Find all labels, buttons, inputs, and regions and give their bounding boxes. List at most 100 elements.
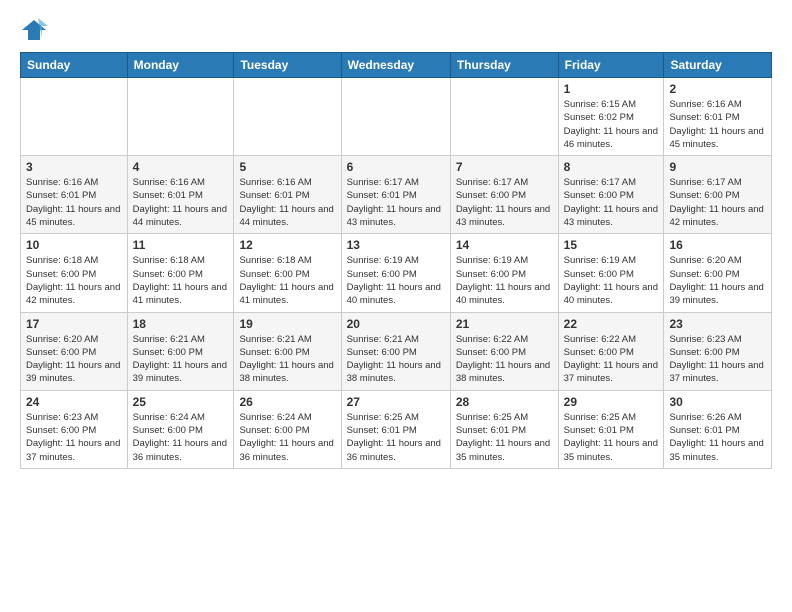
calendar-day-cell: 26 Sunrise: 6:24 AM Sunset: 6:00 PM Dayli… [234,390,341,468]
day-number: 18 [133,317,229,331]
day-number: 30 [669,395,766,409]
day-info: Sunrise: 6:21 AM Sunset: 6:00 PM Dayligh… [239,333,335,386]
calendar-day-cell: 17 Sunrise: 6:20 AM Sunset: 6:00 PM Dayli… [21,312,128,390]
calendar-day-cell: 27 Sunrise: 6:25 AM Sunset: 6:01 PM Dayli… [341,390,450,468]
day-info: Sunrise: 6:25 AM Sunset: 6:01 PM Dayligh… [456,411,553,464]
day-number: 11 [133,238,229,252]
calendar-day-cell: 29 Sunrise: 6:25 AM Sunset: 6:01 PM Dayli… [558,390,664,468]
calendar-week-row: 3 Sunrise: 6:16 AM Sunset: 6:01 PM Daylig… [21,156,772,234]
day-info: Sunrise: 6:23 AM Sunset: 6:00 PM Dayligh… [26,411,122,464]
calendar-day-cell [127,78,234,156]
day-number: 1 [564,82,659,96]
day-number: 29 [564,395,659,409]
day-info: Sunrise: 6:19 AM Sunset: 6:00 PM Dayligh… [564,254,659,307]
calendar-day-cell: 4 Sunrise: 6:16 AM Sunset: 6:01 PM Daylig… [127,156,234,234]
weekday-header-tuesday: Tuesday [234,53,341,78]
calendar-week-row: 1Sunrise: 6:15 AM Sunset: 6:02 PM Daylig… [21,78,772,156]
calendar-day-cell [450,78,558,156]
day-info: Sunrise: 6:18 AM Sunset: 6:00 PM Dayligh… [239,254,335,307]
day-info: Sunrise: 6:17 AM Sunset: 6:01 PM Dayligh… [347,176,445,229]
day-info: Sunrise: 6:17 AM Sunset: 6:00 PM Dayligh… [456,176,553,229]
calendar-week-row: 17 Sunrise: 6:20 AM Sunset: 6:00 PM Dayli… [21,312,772,390]
day-number: 8 [564,160,659,174]
day-number: 5 [239,160,335,174]
day-number: 3 [26,160,122,174]
day-number: 4 [133,160,229,174]
day-info: Sunrise: 6:21 AM Sunset: 6:00 PM Dayligh… [133,333,229,386]
calendar-day-cell: 15 Sunrise: 6:19 AM Sunset: 6:00 PM Dayli… [558,234,664,312]
day-number: 27 [347,395,445,409]
calendar-day-cell: 18 Sunrise: 6:21 AM Sunset: 6:00 PM Dayli… [127,312,234,390]
day-info: Sunrise: 6:20 AM Sunset: 6:00 PM Dayligh… [669,254,766,307]
day-info: Sunrise: 6:24 AM Sunset: 6:00 PM Dayligh… [239,411,335,464]
weekday-header-monday: Monday [127,53,234,78]
page: SundayMondayTuesdayWednesdayThursdayFrid… [0,0,792,485]
calendar-day-cell: 9 Sunrise: 6:17 AM Sunset: 6:00 PM Daylig… [664,156,772,234]
calendar-day-cell: 1Sunrise: 6:15 AM Sunset: 6:02 PM Daylig… [558,78,664,156]
day-info: Sunrise: 6:19 AM Sunset: 6:00 PM Dayligh… [456,254,553,307]
calendar-day-cell [234,78,341,156]
day-info: Sunrise: 6:16 AM Sunset: 6:01 PM Dayligh… [669,98,766,151]
calendar-day-cell [21,78,128,156]
day-number: 12 [239,238,335,252]
calendar-day-cell: 19 Sunrise: 6:21 AM Sunset: 6:00 PM Dayli… [234,312,341,390]
day-info: Sunrise: 6:25 AM Sunset: 6:01 PM Dayligh… [564,411,659,464]
calendar-day-cell: 16Sunrise: 6:20 AM Sunset: 6:00 PM Dayli… [664,234,772,312]
calendar-day-cell: 3Sunrise: 6:16 AM Sunset: 6:01 PM Daylig… [21,156,128,234]
day-number: 2 [669,82,766,96]
calendar-day-cell: 14 Sunrise: 6:19 AM Sunset: 6:00 PM Dayli… [450,234,558,312]
day-number: 26 [239,395,335,409]
day-number: 22 [564,317,659,331]
day-number: 28 [456,395,553,409]
calendar-day-cell: 10 Sunrise: 6:18 AM Sunset: 6:00 PM Dayli… [21,234,128,312]
calendar-day-cell: 30Sunrise: 6:26 AM Sunset: 6:01 PM Dayli… [664,390,772,468]
day-number: 17 [26,317,122,331]
weekday-header-sunday: Sunday [21,53,128,78]
weekday-header-friday: Friday [558,53,664,78]
day-info: Sunrise: 6:22 AM Sunset: 6:00 PM Dayligh… [456,333,553,386]
day-number: 15 [564,238,659,252]
day-number: 9 [669,160,766,174]
day-info: Sunrise: 6:25 AM Sunset: 6:01 PM Dayligh… [347,411,445,464]
day-number: 21 [456,317,553,331]
day-info: Sunrise: 6:16 AM Sunset: 6:01 PM Dayligh… [133,176,229,229]
day-number: 6 [347,160,445,174]
day-info: Sunrise: 6:20 AM Sunset: 6:00 PM Dayligh… [26,333,122,386]
weekday-header-row: SundayMondayTuesdayWednesdayThursdayFrid… [21,53,772,78]
day-info: Sunrise: 6:23 AM Sunset: 6:00 PM Dayligh… [669,333,766,386]
day-number: 20 [347,317,445,331]
day-number: 14 [456,238,553,252]
weekday-header-wednesday: Wednesday [341,53,450,78]
day-info: Sunrise: 6:18 AM Sunset: 6:00 PM Dayligh… [133,254,229,307]
day-info: Sunrise: 6:17 AM Sunset: 6:00 PM Dayligh… [669,176,766,229]
calendar-day-cell: 8 Sunrise: 6:17 AM Sunset: 6:00 PM Daylig… [558,156,664,234]
day-info: Sunrise: 6:19 AM Sunset: 6:00 PM Dayligh… [347,254,445,307]
calendar-day-cell: 2 Sunrise: 6:16 AM Sunset: 6:01 PM Daylig… [664,78,772,156]
calendar-day-cell: 5Sunrise: 6:16 AM Sunset: 6:01 PM Daylig… [234,156,341,234]
header [20,16,772,44]
day-info: Sunrise: 6:24 AM Sunset: 6:00 PM Dayligh… [133,411,229,464]
day-info: Sunrise: 6:17 AM Sunset: 6:00 PM Dayligh… [564,176,659,229]
calendar-day-cell: 13 Sunrise: 6:19 AM Sunset: 6:00 PM Dayli… [341,234,450,312]
weekday-header-saturday: Saturday [664,53,772,78]
calendar-day-cell: 24Sunrise: 6:23 AM Sunset: 6:00 PM Dayli… [21,390,128,468]
calendar: SundayMondayTuesdayWednesdayThursdayFrid… [20,52,772,469]
calendar-day-cell: 11 Sunrise: 6:18 AM Sunset: 6:00 PM Dayli… [127,234,234,312]
day-number: 10 [26,238,122,252]
day-number: 7 [456,160,553,174]
calendar-week-row: 10 Sunrise: 6:18 AM Sunset: 6:00 PM Dayli… [21,234,772,312]
day-number: 25 [133,395,229,409]
calendar-day-cell: 22Sunrise: 6:22 AM Sunset: 6:00 PM Dayli… [558,312,664,390]
day-number: 19 [239,317,335,331]
day-info: Sunrise: 6:21 AM Sunset: 6:00 PM Dayligh… [347,333,445,386]
day-number: 13 [347,238,445,252]
logo [20,16,52,44]
calendar-day-cell: 21 Sunrise: 6:22 AM Sunset: 6:00 PM Dayli… [450,312,558,390]
calendar-day-cell: 12 Sunrise: 6:18 AM Sunset: 6:00 PM Dayli… [234,234,341,312]
day-number: 23 [669,317,766,331]
calendar-day-cell: 25 Sunrise: 6:24 AM Sunset: 6:00 PM Dayli… [127,390,234,468]
weekday-header-thursday: Thursday [450,53,558,78]
calendar-day-cell: 23 Sunrise: 6:23 AM Sunset: 6:00 PM Dayli… [664,312,772,390]
calendar-week-row: 24Sunrise: 6:23 AM Sunset: 6:00 PM Dayli… [21,390,772,468]
day-info: Sunrise: 6:18 AM Sunset: 6:00 PM Dayligh… [26,254,122,307]
